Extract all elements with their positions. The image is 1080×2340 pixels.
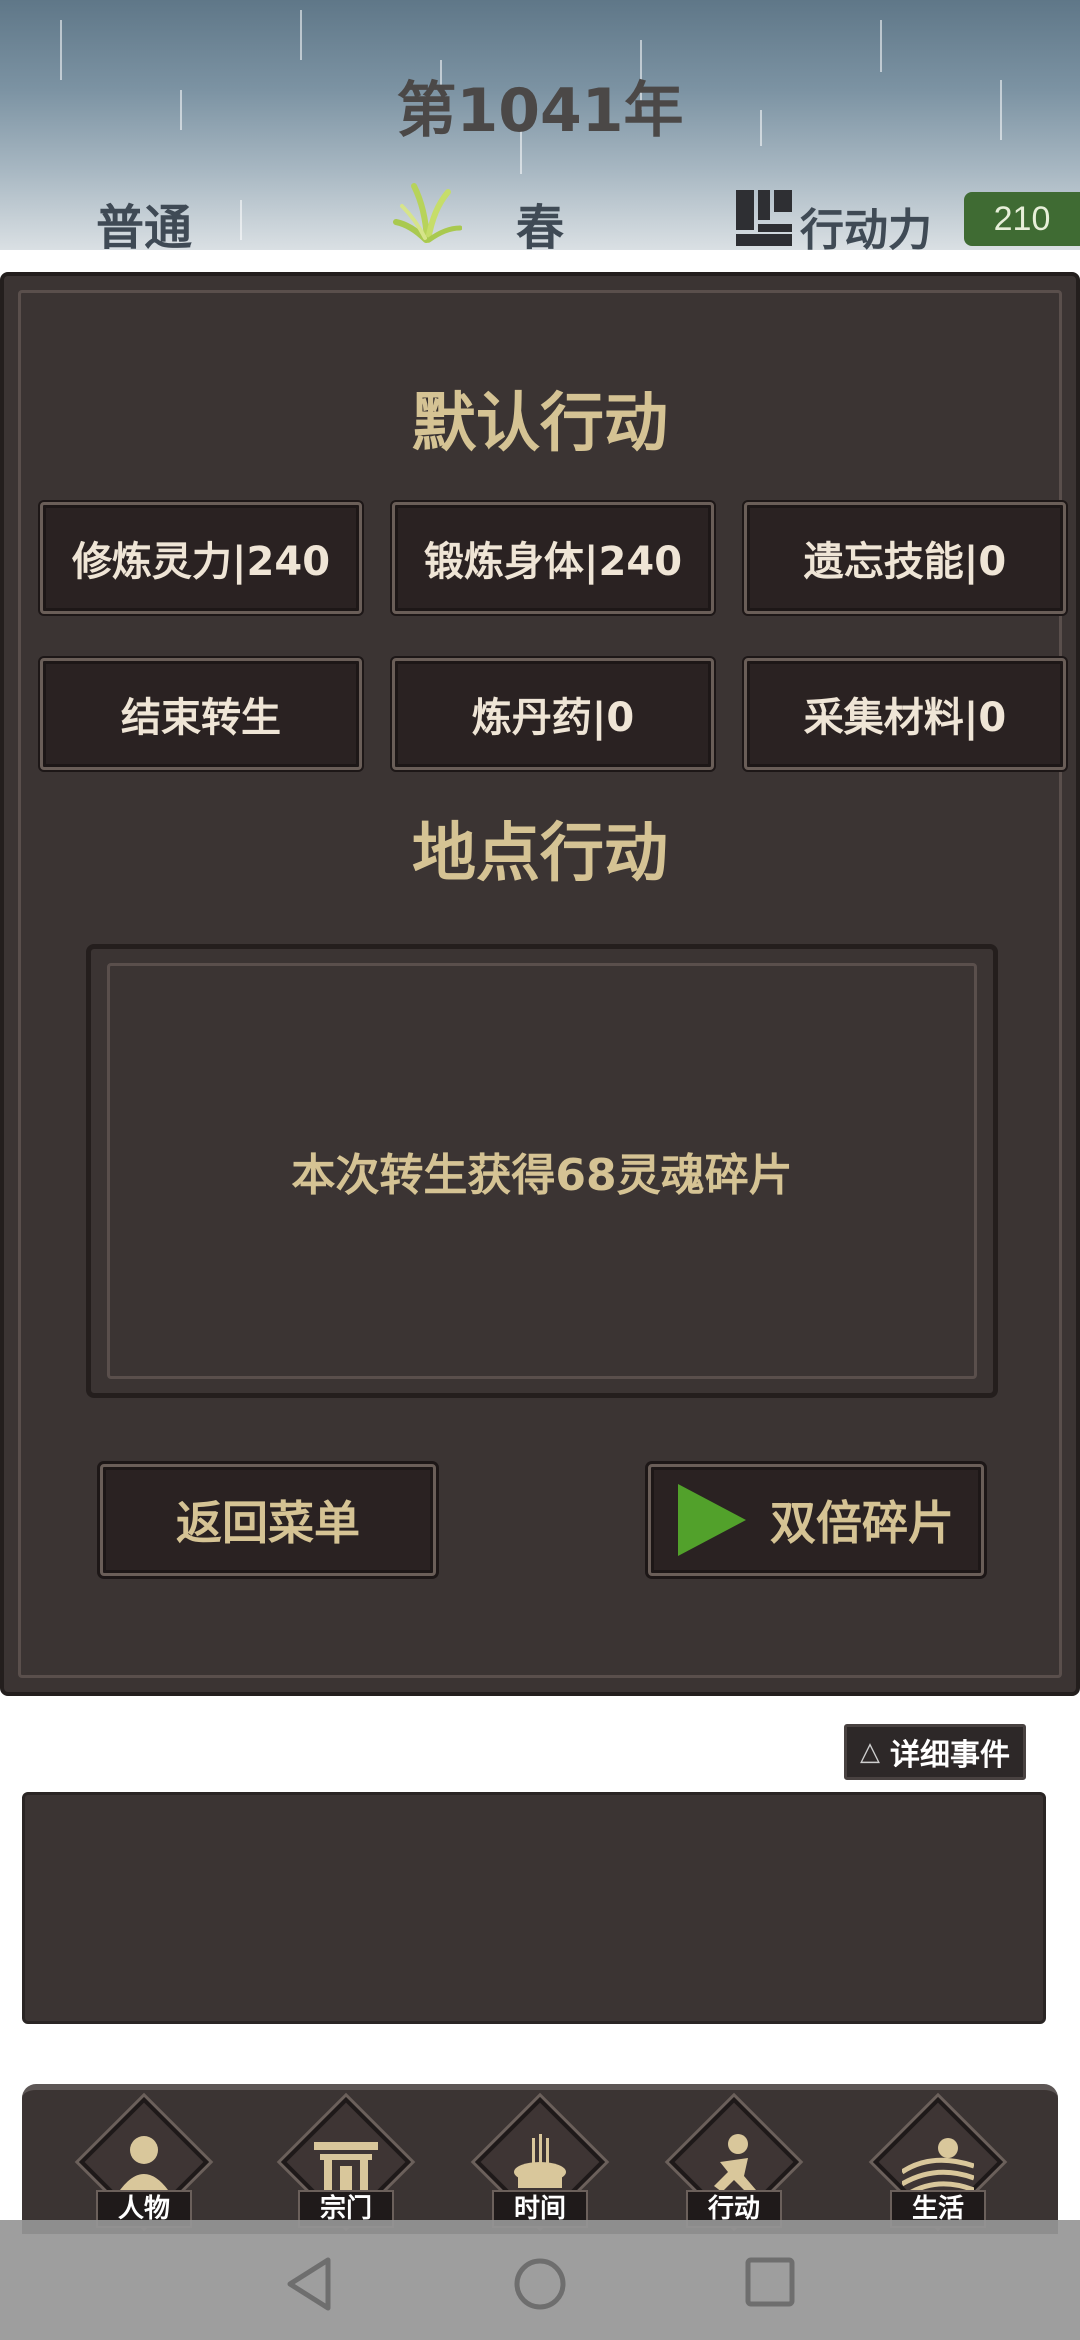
difficulty-label: 普通 [96,200,193,256]
nav-item-life[interactable]: 生活 [862,2096,1012,2232]
recents-icon[interactable] [744,2256,796,2308]
reincarnation-result-text: 本次转生获得68灵魂碎片 [291,1150,793,1201]
home-icon[interactable] [512,2256,568,2312]
default-actions-title: 默认行动 [412,387,668,461]
action-points-value: 210 [964,192,1080,246]
forget-skill-button[interactable]: 遗忘技能|0 [744,502,1066,614]
nav-item-action[interactable]: 行动 [658,2096,808,2232]
button-label: 返回菜单 [176,1496,360,1550]
action-points-label: 行动力 [800,205,932,256]
end-reincarnation-button[interactable]: 结束转生 [40,658,362,770]
play-icon [678,1484,746,1556]
double-shards-button[interactable]: 双倍碎片 [648,1464,984,1576]
button-label: 修炼灵力|240 [71,539,331,585]
year-title: 第1041年 [396,76,684,146]
location-actions-title: 地点行动 [412,817,668,891]
back-to-menu-button[interactable]: 返回菜单 [100,1464,436,1576]
button-label: 炼丹药|0 [471,695,635,741]
button-label: 结束转生 [121,695,281,741]
blocks-icon [736,190,792,246]
button-label: 详细事件 [890,1738,1010,1773]
event-log-panel[interactable] [22,1792,1046,2024]
alchemy-button[interactable]: 炼丹药|0 [392,658,714,770]
nav-item-time[interactable]: 时间 [464,2096,614,2232]
top-header: 第1041年 普通 春 行动力 210 [0,0,1080,258]
button-label: 采集材料|0 [803,695,1007,741]
detail-events-button[interactable]: △ 详细事件 [844,1724,1026,1780]
season-label: 春 [516,200,565,256]
rain-streak [300,10,302,60]
action-panel: 默认行动 修炼灵力|240 锻炼身体|240 遗忘技能|0 结束转生 炼丹药|0… [0,272,1080,1696]
button-label: 双倍碎片 [770,1496,954,1550]
cultivate-spirit-button[interactable]: 修炼灵力|240 [40,502,362,614]
reincarnation-result-box: 本次转生获得68灵魂碎片 [86,944,998,1398]
nav-item-sect[interactable]: 宗门 [270,2096,420,2232]
nav-item-character[interactable]: 人物 [68,2096,218,2232]
gather-materials-button[interactable]: 采集材料|0 [744,658,1066,770]
triangle-icon: △ [860,1737,880,1767]
train-body-button[interactable]: 锻炼身体|240 [392,502,714,614]
button-label: 遗忘技能|0 [803,539,1007,585]
back-icon[interactable] [284,2256,334,2312]
grass-sprout-icon [393,183,462,243]
button-label: 锻炼身体|240 [423,539,683,585]
rain-streak [240,200,242,240]
